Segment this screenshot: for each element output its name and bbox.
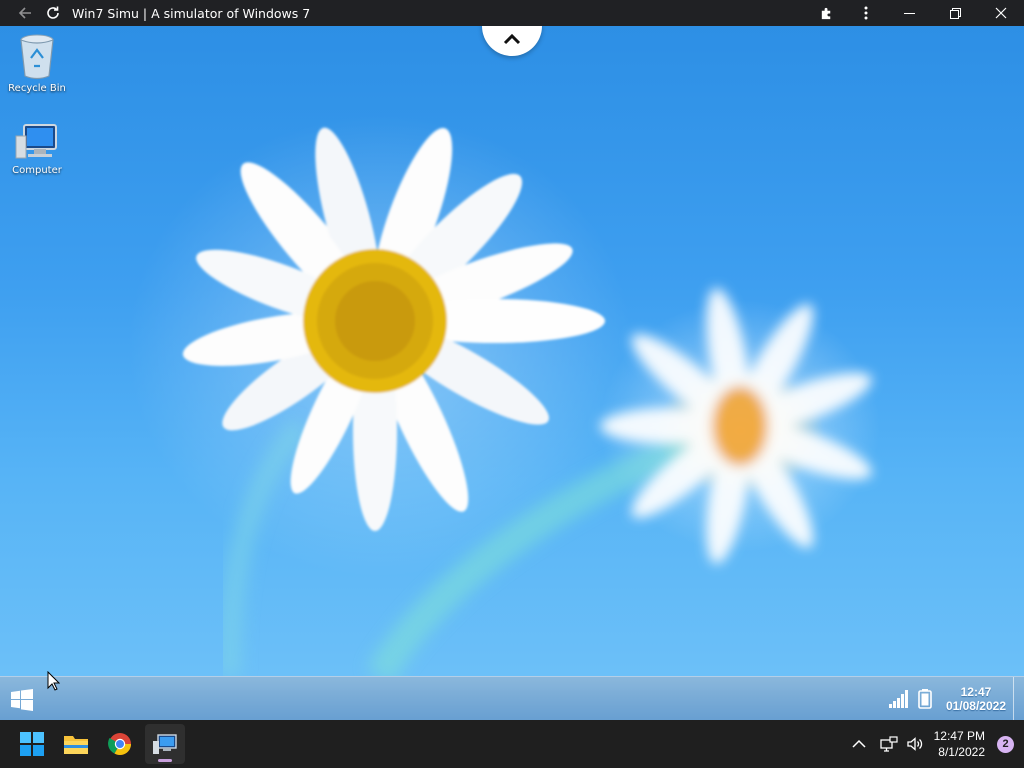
- win7-system-tray: 12:47 01/08/2022: [888, 685, 1006, 713]
- mouse-cursor-icon: [47, 671, 60, 691]
- window-title: Win7 Simu | A simulator of Windows 7: [72, 5, 311, 21]
- host-clock[interactable]: 12:47 PM 8/1/2022: [934, 728, 985, 760]
- network-icon[interactable]: [879, 736, 898, 752]
- windows-logo-icon: [11, 689, 33, 711]
- minimize-icon[interactable]: [886, 0, 932, 26]
- chevron-up-icon[interactable]: [852, 739, 866, 749]
- desktop-icon-recycle-bin[interactable]: Recycle Bin: [0, 32, 74, 94]
- notification-badge[interactable]: 2: [997, 735, 1014, 753]
- desktop-icon-label: Recycle Bin: [8, 83, 66, 94]
- desktop-icon-computer[interactable]: Computer: [0, 122, 74, 176]
- show-desktop-button[interactable]: [1013, 677, 1024, 721]
- daisy-wallpaper: [182, 127, 872, 676]
- battery-icon[interactable]: [918, 689, 932, 709]
- taskbar-win7-simu[interactable]: [145, 724, 185, 764]
- back-arrow-icon[interactable]: [12, 0, 38, 26]
- taskbar-start-button[interactable]: [12, 724, 52, 764]
- win7-simu-icon: [153, 734, 177, 754]
- host-taskbar: 12:47 PM 8/1/2022 2: [0, 720, 1024, 768]
- app-titlebar: Win7 Simu | A simulator of Windows 7: [0, 0, 1024, 26]
- extensions-icon[interactable]: [806, 0, 846, 26]
- win7-taskbar: 12:47 01/08/2022: [0, 676, 1024, 721]
- file-explorer-icon: [64, 736, 88, 754]
- restore-icon[interactable]: [932, 0, 978, 26]
- computer-icon: [15, 124, 57, 159]
- chrome-icon: [108, 733, 131, 755]
- host-system-tray: 12:47 PM 8/1/2022 2: [852, 720, 1014, 768]
- chevron-up-icon: [503, 33, 521, 45]
- desktop-icon-label: Computer: [12, 165, 62, 176]
- reload-icon[interactable]: [40, 0, 66, 26]
- signal-icon[interactable]: [888, 690, 910, 708]
- host-clock-date: 8/1/2022: [938, 745, 985, 759]
- win7-clock-time: 12:47: [960, 685, 992, 699]
- win7-clock-date: 01/08/2022: [945, 699, 1006, 713]
- win7-start-button[interactable]: [8, 686, 36, 714]
- active-app-indicator: [158, 759, 172, 762]
- close-icon[interactable]: [978, 0, 1024, 26]
- volume-icon[interactable]: [906, 736, 924, 752]
- win7-clock[interactable]: 12:47 01/08/2022: [946, 685, 1006, 713]
- taskbar-chrome[interactable]: [100, 724, 140, 764]
- windows-start-icon: [20, 732, 44, 756]
- taskbar-file-explorer[interactable]: [56, 724, 96, 764]
- more-vert-icon[interactable]: [846, 0, 886, 26]
- host-clock-time: 12:47 PM: [933, 729, 985, 743]
- desktop[interactable]: Recycle Bin Computer: [0, 26, 1024, 676]
- recycle-bin-icon: [20, 34, 54, 80]
